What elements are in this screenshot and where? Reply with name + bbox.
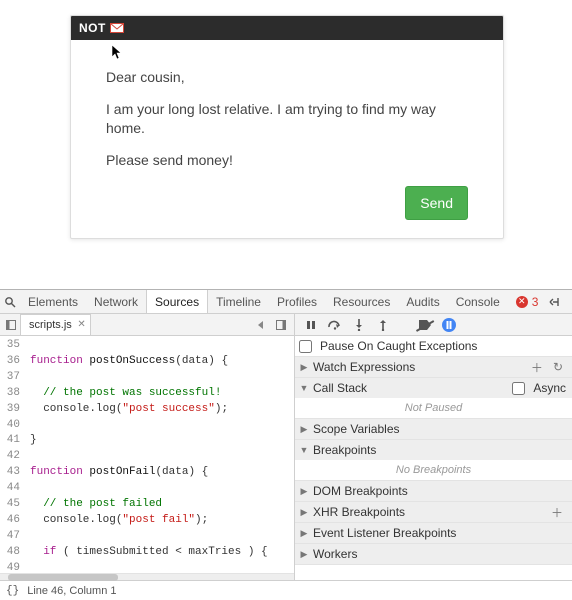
scope-variables-section: ▶ Scope Variables: [295, 419, 572, 440]
step-over-icon[interactable]: [327, 317, 343, 333]
file-tab-name: scripts.js: [29, 319, 72, 331]
line-gutter: 35 36 37 38 39 40 41 42 43 44 45 46 47 4…: [0, 336, 24, 573]
watch-expressions-label[interactable]: Watch Expressions: [313, 360, 524, 374]
deactivate-breakpoints-icon[interactable]: [417, 317, 433, 333]
code-content[interactable]: function postOnSuccess(data) { // the po…: [24, 336, 294, 573]
horizontal-scrollbar[interactable]: [0, 573, 294, 580]
mail-icon: [110, 23, 124, 33]
async-checkbox[interactable]: [512, 382, 525, 395]
async-label: Async: [533, 381, 566, 395]
show-drawer-icon[interactable]: [544, 292, 564, 312]
send-button[interactable]: Send: [405, 186, 468, 220]
devtools-statusbar: {} Line 46, Column 1: [0, 580, 572, 600]
pretty-print-icon[interactable]: {}: [6, 585, 19, 597]
file-tab[interactable]: scripts.js ✕: [20, 314, 91, 335]
devtools-toolbar: Elements Network Sources Timeline Profil…: [0, 290, 572, 314]
email-title: NOT: [79, 16, 106, 40]
debugger-pane: Pause On Caught Exceptions ▶ Watch Expre…: [295, 314, 572, 580]
email-line: I am your long lost relative. I am tryin…: [106, 100, 468, 139]
refresh-watch-icon[interactable]: ↻: [550, 360, 566, 374]
event-listener-breakpoints-label[interactable]: Event Listener Breakpoints: [313, 526, 566, 540]
add-watch-icon[interactable]: ＋: [528, 359, 546, 376]
pause-on-caught-row: Pause On Caught Exceptions: [295, 336, 572, 357]
show-right-sidebar-icon[interactable]: [272, 314, 290, 335]
breakpoints-section: ▼ Breakpoints No Breakpoints: [295, 440, 572, 481]
email-body: Dear cousin, I am your long lost relativ…: [71, 40, 503, 238]
scrollbar-thumb[interactable]: [8, 574, 118, 581]
breakpoints-label[interactable]: Breakpoints: [313, 443, 566, 457]
call-stack-section: ▼ Call Stack Async Not Paused: [295, 378, 572, 419]
call-stack-label[interactable]: Call Stack: [313, 381, 508, 395]
pause-on-caught-checkbox[interactable]: [299, 340, 312, 353]
call-stack-empty-msg: Not Paused: [295, 400, 572, 416]
email-app: NOT Dear cousin, I am your long lost rel…: [0, 0, 572, 239]
email-titlebar: NOT: [71, 16, 503, 40]
sources-left-pane: scripts.js ✕ 35 36 37 38 39 40 41 42 43 …: [0, 314, 295, 580]
settings-gear-icon[interactable]: [566, 292, 572, 312]
tab-elements[interactable]: Elements: [20, 290, 86, 313]
chevron-right-icon[interactable]: ▶: [299, 549, 309, 560]
chevron-right-icon[interactable]: ▶: [299, 486, 309, 497]
chevron-right-icon[interactable]: ▶: [299, 528, 309, 539]
tab-audits[interactable]: Audits: [398, 290, 447, 313]
email-line: Dear cousin,: [106, 68, 468, 88]
tab-sources[interactable]: Sources: [146, 290, 208, 313]
close-file-tab-icon[interactable]: ✕: [77, 319, 85, 330]
workers-label[interactable]: Workers: [313, 547, 566, 561]
error-count-value: 3: [532, 295, 539, 309]
pause-icon[interactable]: [303, 317, 319, 333]
devtools-main: scripts.js ✕ 35 36 37 38 39 40 41 42 43 …: [0, 314, 572, 580]
pause-on-caught-label: Pause On Caught Exceptions: [320, 339, 566, 353]
tab-timeline[interactable]: Timeline: [208, 290, 269, 313]
watch-expressions-section: ▶ Watch Expressions ＋ ↻: [295, 357, 572, 378]
chevron-down-icon[interactable]: ▼: [299, 445, 309, 455]
tab-resources[interactable]: Resources: [325, 290, 398, 313]
add-xhr-breakpoint-icon[interactable]: ＋: [548, 504, 566, 521]
tab-console[interactable]: Console: [448, 290, 508, 313]
file-tab-row: scripts.js ✕: [0, 314, 294, 336]
dom-breakpoints-label[interactable]: DOM Breakpoints: [313, 484, 566, 498]
chevron-right-icon[interactable]: ▶: [299, 362, 309, 373]
debugger-toolbar: [295, 314, 572, 336]
workers-section: ▶ Workers: [295, 544, 572, 565]
chevron-down-icon[interactable]: ▼: [299, 383, 309, 393]
chevron-right-icon[interactable]: ▶: [299, 424, 309, 435]
pause-on-exceptions-icon[interactable]: [441, 317, 457, 333]
search-icon[interactable]: [4, 292, 16, 312]
tab-network[interactable]: Network: [86, 290, 146, 313]
step-into-icon[interactable]: [351, 317, 367, 333]
step-out-icon[interactable]: [375, 317, 391, 333]
email-window: NOT Dear cousin, I am your long lost rel…: [70, 15, 504, 239]
devtools-panel: Elements Network Sources Timeline Profil…: [0, 289, 572, 600]
history-back-icon[interactable]: [252, 314, 270, 335]
dom-breakpoints-section: ▶ DOM Breakpoints: [295, 481, 572, 502]
error-count[interactable]: ✕ 3: [512, 295, 543, 309]
event-listener-breakpoints-section: ▶ Event Listener Breakpoints: [295, 523, 572, 544]
xhr-breakpoints-label[interactable]: XHR Breakpoints: [313, 505, 544, 519]
email-line: Please send money!: [106, 151, 468, 171]
tab-profiles[interactable]: Profiles: [269, 290, 325, 313]
breakpoints-empty-msg: No Breakpoints: [295, 462, 572, 478]
error-icon: ✕: [516, 296, 528, 308]
scope-variables-label[interactable]: Scope Variables: [313, 422, 566, 436]
code-editor[interactable]: 35 36 37 38 39 40 41 42 43 44 45 46 47 4…: [0, 336, 294, 573]
chevron-right-icon[interactable]: ▶: [299, 507, 309, 518]
cursor-position: Line 46, Column 1: [27, 585, 116, 597]
show-navigator-icon[interactable]: [2, 314, 20, 335]
devtools-tabs: Elements Network Sources Timeline Profil…: [20, 290, 508, 313]
xhr-breakpoints-section: ▶ XHR Breakpoints ＋: [295, 502, 572, 523]
